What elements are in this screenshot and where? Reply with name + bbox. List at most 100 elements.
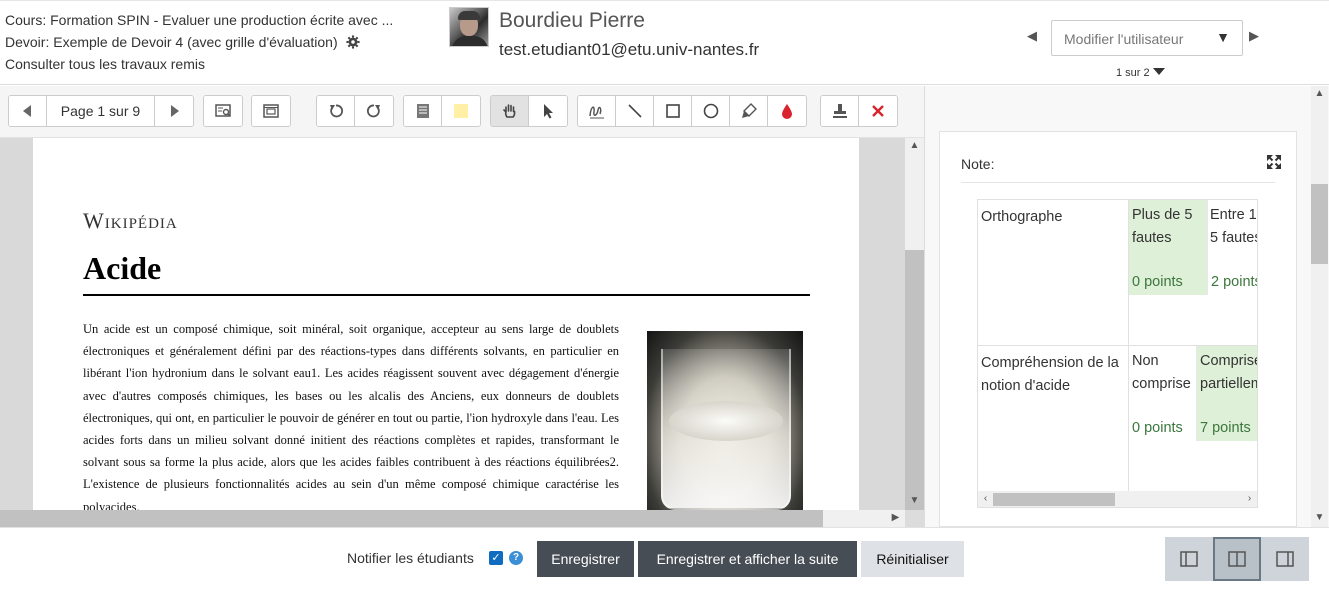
change-user-select[interactable]: Modifier l'utilisateur ▼ xyxy=(1051,20,1243,56)
document-page[interactable]: Wikipédia Acide Un acide est un composé … xyxy=(33,138,859,510)
annotation-toolbar: Page 1 sur 9 xyxy=(0,86,924,138)
collapse-review-panel-icon[interactable] xyxy=(1261,537,1309,581)
comment-icon[interactable] xyxy=(404,96,442,126)
rubric-horizontal-scrollbar[interactable]: ‹ › xyxy=(978,491,1257,507)
save-button[interactable]: Enregistrer xyxy=(537,541,634,577)
level-description: Comprise partiellement xyxy=(1200,353,1258,392)
grade-card: Note: Orthographe Plus de 5 fautes 0 poi… xyxy=(939,131,1297,527)
help-icon[interactable]: ? xyxy=(509,551,523,565)
comments-expand-icon[interactable] xyxy=(252,96,290,126)
avatar[interactable] xyxy=(449,7,489,47)
select-icon[interactable] xyxy=(529,96,567,126)
expand-comments-group xyxy=(251,95,291,127)
notify-students-checkbox[interactable]: ✓ xyxy=(489,551,503,565)
assignment-line: Devoir: Exemple de Devoir 4 (avec grille… xyxy=(5,31,425,53)
drawing-tools-group xyxy=(577,95,807,127)
scroll-down-icon[interactable]: ▼ xyxy=(1311,512,1328,523)
save-and-next-button[interactable]: Enregistrer et afficher la suite xyxy=(638,541,857,577)
footer-actions: Notifier les étudiants ✓ ? Enregistrer E… xyxy=(0,527,1329,589)
notify-students-label: Notifier les étudiants xyxy=(347,550,474,566)
prev-page-icon[interactable] xyxy=(9,96,47,126)
assignment-link[interactable]: Devoir: Exemple de Devoir 4 (avec grille… xyxy=(5,34,338,50)
reset-button[interactable]: Réinitialiser xyxy=(861,541,964,577)
user-count: 1 sur 2 xyxy=(1116,67,1165,79)
panel-vertical-scrollbar[interactable]: ▲ ▼ xyxy=(1311,86,1328,527)
title-underline xyxy=(83,294,810,296)
next-user-arrow-icon[interactable]: ▶ xyxy=(1249,28,1259,44)
highlight-icon[interactable] xyxy=(730,96,768,126)
pan-select-group xyxy=(490,95,568,127)
course-link[interactable]: Cours: Formation SPIN - Evaluer une prod… xyxy=(5,9,425,31)
document-horizontal-scrollbar[interactable]: ▶ xyxy=(0,510,905,527)
filter-icon[interactable] xyxy=(1152,68,1165,75)
scroll-down-icon[interactable]: ▼ xyxy=(905,495,924,506)
page-navigation: Page 1 sur 9 xyxy=(8,95,194,127)
scroll-right-icon[interactable]: ▶ xyxy=(886,512,905,523)
rubric-level[interactable]: Entre 1 5 fautes 2 points xyxy=(1208,200,1258,295)
previous-user-arrow-icon[interactable]: ◀ xyxy=(1027,28,1037,44)
scroll-left-icon[interactable]: ‹ xyxy=(978,493,993,504)
chevron-down-icon: ▼ xyxy=(1216,29,1230,45)
change-user-placeholder: Modifier l'utilisateur xyxy=(1064,31,1184,47)
line-icon[interactable] xyxy=(616,96,654,126)
level-points: 0 points xyxy=(1132,420,1183,436)
wikipedia-brand: Wikipédia xyxy=(83,208,178,233)
rubric-table: Orthographe Plus de 5 fautes 0 points En… xyxy=(977,199,1258,508)
expand-icon[interactable] xyxy=(1266,154,1282,170)
user-name[interactable]: Bourdieu Pierre xyxy=(499,9,645,33)
level-description: Non comprise xyxy=(1132,353,1191,392)
next-page-icon[interactable] xyxy=(155,96,193,126)
scroll-up-icon[interactable]: ▲ xyxy=(905,140,924,151)
rubric-level[interactable]: Plus de 5 fautes 0 points xyxy=(1129,200,1208,295)
level-points: 2 points xyxy=(1211,274,1258,290)
scroll-up-icon[interactable]: ▲ xyxy=(1311,88,1328,99)
rectangle-icon[interactable] xyxy=(654,96,692,126)
panel-scroll-thumb[interactable] xyxy=(1311,184,1328,264)
article-paragraph: Un acide est un composé chimique, soit m… xyxy=(83,322,619,510)
search-comments-group xyxy=(203,95,243,127)
level-description: Entre 1 5 fautes xyxy=(1210,207,1258,246)
scroll-corner xyxy=(905,510,924,527)
user-count-text: 1 sur 2 xyxy=(1116,67,1150,79)
rubric-level[interactable]: Comprise partiellement 7 points xyxy=(1197,346,1258,441)
note-label: Note: xyxy=(961,156,995,172)
rubric-level[interactable]: Non comprise 0 points xyxy=(1129,346,1197,441)
scroll-thumb[interactable] xyxy=(905,250,924,510)
user-email: test.etudiant01@etu.univ-nantes.fr xyxy=(499,40,760,59)
document-vertical-scrollbar[interactable]: ▲ ▼ xyxy=(905,138,924,510)
header: Cours: Formation SPIN - Evaluer une prod… xyxy=(0,0,1329,85)
grading-app: Cours: Formation SPIN - Evaluer une prod… xyxy=(0,0,1329,589)
default-layout-icon[interactable] xyxy=(1213,537,1261,581)
delete-icon[interactable] xyxy=(859,96,897,126)
search-comments-icon[interactable] xyxy=(204,96,242,126)
oval-icon[interactable] xyxy=(692,96,730,126)
card-separator xyxy=(961,182,1275,183)
criterion-orthographe: Orthographe xyxy=(978,200,1129,345)
h-scroll-thumb[interactable] xyxy=(0,510,823,527)
gear-icon[interactable] xyxy=(345,35,360,49)
rubric-scroll-thumb[interactable] xyxy=(993,493,1115,506)
view-all-submissions-link[interactable]: Consulter tous les travaux remis xyxy=(5,53,425,75)
highlight-color-icon[interactable] xyxy=(442,96,480,126)
criterion-comprehension: Compréhension de la notion d'acide xyxy=(978,346,1129,491)
course-info: Cours: Formation SPIN - Evaluer une prod… xyxy=(5,9,425,75)
grading-panel: Note: Orthographe Plus de 5 fautes 0 poi… xyxy=(924,86,1329,527)
rotate-right-icon[interactable] xyxy=(355,96,393,126)
beaker-photo xyxy=(647,331,803,510)
scroll-right-icon[interactable]: › xyxy=(1242,493,1257,504)
color-drop-icon[interactable] xyxy=(768,96,806,126)
pan-icon[interactable] xyxy=(491,96,529,126)
collapse-grade-panel-icon[interactable] xyxy=(1165,537,1213,581)
stamp-icon[interactable] xyxy=(821,96,859,126)
stamp-delete-group xyxy=(820,95,898,127)
level-description: Plus de 5 fautes xyxy=(1132,207,1193,246)
layout-switcher xyxy=(1165,537,1309,581)
pen-icon[interactable] xyxy=(578,96,616,126)
comment-group xyxy=(403,95,481,127)
level-points: 7 points xyxy=(1200,420,1251,436)
article-title: Acide xyxy=(83,250,162,286)
rotate-left-icon[interactable] xyxy=(317,96,355,126)
rotate-group xyxy=(316,95,394,127)
document-viewer[interactable]: Wikipédia Acide Un acide est un composé … xyxy=(0,138,924,527)
page-label: Page 1 sur 9 xyxy=(47,96,155,126)
